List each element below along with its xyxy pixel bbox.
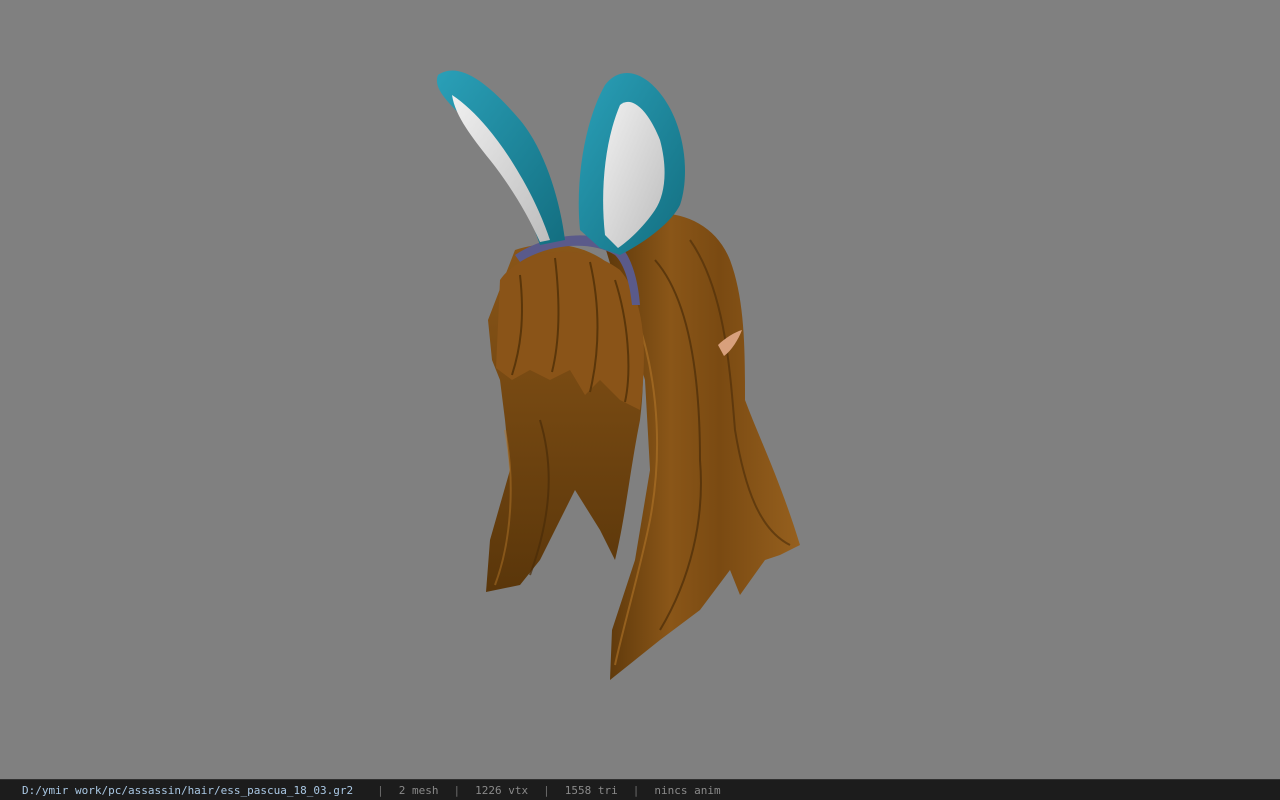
animation-status: nincs anim	[654, 783, 721, 797]
separator: |	[377, 783, 384, 797]
3d-viewport[interactable]	[0, 0, 1280, 779]
mesh-count: 2 mesh	[398, 783, 439, 797]
status-bar: D:/ymir work/pc/assassin/hair/ess_pascua…	[0, 779, 1280, 800]
hair-model-render	[436, 70, 800, 680]
separator: |	[543, 783, 550, 797]
triangle-count: 1558 tri	[564, 783, 618, 797]
separator: |	[453, 783, 461, 797]
vertex-count: 1226 vtx	[475, 783, 529, 797]
separator: |	[632, 783, 640, 797]
file-path: D:/ymir work/pc/assassin/hair/ess_pascua…	[22, 783, 354, 797]
